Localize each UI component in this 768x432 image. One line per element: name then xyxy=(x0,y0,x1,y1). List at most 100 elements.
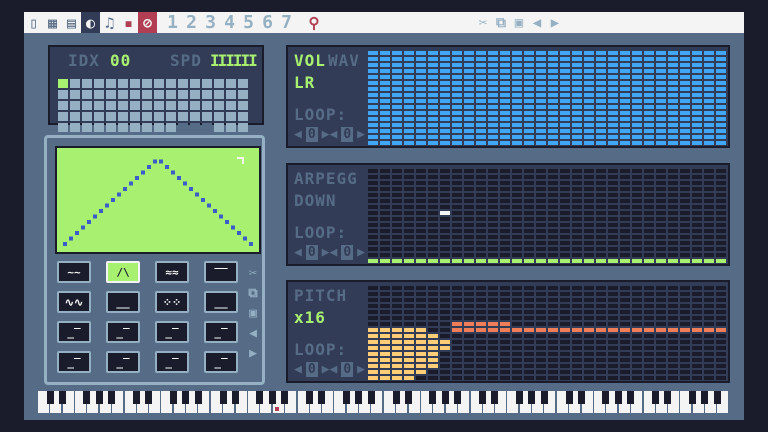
piano-black-key[interactable] xyxy=(256,391,264,404)
pitch-loop-control[interactable]: ◀ 0 ▶◀ 0 ▶ xyxy=(294,362,365,377)
loop-arrow-right-icon[interactable]: ▶◀ xyxy=(322,245,338,260)
piano-black-key[interactable] xyxy=(133,391,140,404)
piano-black-key[interactable] xyxy=(367,391,375,404)
sfx-index-cell[interactable] xyxy=(190,90,200,99)
piano-black-key[interactable] xyxy=(688,391,696,404)
piano-black-key[interactable] xyxy=(169,391,177,404)
loop-end-value[interactable]: 0 xyxy=(341,127,354,142)
piano-black-key[interactable] xyxy=(701,391,709,404)
sfx-index-cell[interactable] xyxy=(226,101,236,110)
sfx-index-cell[interactable] xyxy=(142,101,152,110)
sfx-index-cell[interactable] xyxy=(190,123,200,132)
loop-start-value[interactable]: 0 xyxy=(305,127,318,142)
sfx-index-cell[interactable] xyxy=(82,90,92,99)
piano-black-key[interactable] xyxy=(713,391,721,404)
sfx-index-cell[interactable] xyxy=(58,101,68,110)
copy-icon[interactable]: ⧉ xyxy=(492,15,510,31)
sfx-index-cell[interactable] xyxy=(178,90,188,99)
piano-black-key[interactable] xyxy=(652,391,659,404)
piano-black-key[interactable] xyxy=(479,391,486,404)
sfx-index-cell[interactable] xyxy=(202,112,212,121)
sfx-index-cell[interactable] xyxy=(178,101,188,110)
piano-black-key[interactable] xyxy=(577,391,585,404)
sfx-index-cell[interactable] xyxy=(130,101,140,110)
arpeggio-loop-control[interactable]: ◀ 0 ▶◀ 0 ▶ xyxy=(294,245,365,260)
sfx-index-cell[interactable] xyxy=(94,101,104,110)
piano-black-key[interactable] xyxy=(429,391,437,404)
undo-icon[interactable]: ◀ xyxy=(528,15,546,31)
sfx-index-cell[interactable] xyxy=(202,101,212,110)
sfx-index-cell[interactable] xyxy=(58,79,68,88)
sfx-index-cell[interactable] xyxy=(106,112,116,121)
piano-black-key[interactable] xyxy=(95,391,103,404)
sfx-index-cell[interactable] xyxy=(70,123,80,132)
waveform-preset-button[interactable]: _‾ xyxy=(57,321,91,343)
sfx-index-cell[interactable] xyxy=(178,79,188,88)
piano-black-key[interactable] xyxy=(565,391,573,404)
sfx-index-cell[interactable] xyxy=(214,79,224,88)
waveform-preset-button[interactable]: _‾ xyxy=(155,321,189,343)
sfx-index-cell[interactable] xyxy=(130,123,140,132)
sfx-index-cell[interactable] xyxy=(166,90,176,99)
loop-start-arrow-left-icon[interactable]: ◀ xyxy=(294,127,302,142)
waveform-preset-button[interactable]: _‾ xyxy=(204,351,238,373)
piano-black-key[interactable] xyxy=(454,391,461,404)
paste-icon[interactable]: ▣ xyxy=(246,306,260,321)
arpeggio-label[interactable]: ARPEGG xyxy=(294,169,358,188)
piano-black-key[interactable] xyxy=(306,391,313,404)
sfx-index-cell[interactable] xyxy=(214,112,224,121)
sfx-editor-icon[interactable]: ◐ xyxy=(81,12,100,33)
waveform-preset-button[interactable]: _‾ xyxy=(106,321,140,343)
sfx-index-cell[interactable] xyxy=(226,112,236,121)
sprite-editor-icon[interactable]: ▦ xyxy=(43,12,62,33)
sfx-tab-4[interactable]: 4 xyxy=(220,12,239,33)
sfx-index-cell[interactable] xyxy=(202,123,212,132)
sfx-tab-2[interactable]: 2 xyxy=(182,12,201,33)
sfx-index-cell[interactable] xyxy=(154,79,164,88)
piano-octave[interactable] xyxy=(297,391,384,413)
sfx-index-cell[interactable] xyxy=(202,79,212,88)
piano-octave[interactable] xyxy=(643,391,730,413)
volume-loop-control[interactable]: ◀ 0 ▶◀ 0 ▶ xyxy=(294,127,365,142)
piano-black-key[interactable] xyxy=(528,391,536,404)
sfx-index-cell[interactable] xyxy=(106,79,116,88)
sfx-index-cell[interactable] xyxy=(118,123,128,132)
waveform-preset-button[interactable]: ∿∿ xyxy=(57,291,91,313)
sfx-index-cell[interactable] xyxy=(214,123,224,132)
redo-icon[interactable]: ▶ xyxy=(246,346,260,361)
piano-black-key[interactable] xyxy=(318,391,326,404)
sfx-index-cell[interactable] xyxy=(130,90,140,99)
waveform-preset-button[interactable]: _‾ xyxy=(204,321,238,343)
arpeggio-mode[interactable]: DOWN xyxy=(294,191,337,210)
map-editor-icon[interactable]: ▤ xyxy=(62,12,81,33)
waveform-mode-icon[interactable]: ▪ xyxy=(119,12,138,33)
piano-black-key[interactable] xyxy=(231,391,239,404)
sfx-index-cell[interactable] xyxy=(82,79,92,88)
sfx-index-cell[interactable] xyxy=(166,123,176,132)
piano-black-key[interactable] xyxy=(515,391,523,404)
sfx-index-cell[interactable] xyxy=(106,123,116,132)
pitch-label[interactable]: PITCH xyxy=(294,286,347,305)
cut-icon[interactable]: ✂ xyxy=(246,266,260,281)
sfx-tab-3[interactable]: 3 xyxy=(201,12,220,33)
sfx-index-cell[interactable] xyxy=(82,123,92,132)
sfx-index-cell[interactable] xyxy=(142,112,152,121)
piano-black-key[interactable] xyxy=(219,391,227,404)
waveform-preset-button[interactable]: ~~ xyxy=(57,261,91,283)
piano-black-key[interactable] xyxy=(627,391,634,404)
wave-label[interactable]: WAV xyxy=(328,51,360,70)
sfx-index-cell[interactable] xyxy=(94,112,104,121)
sfx-index-cell[interactable] xyxy=(190,79,200,88)
sfx-index-cell[interactable] xyxy=(214,101,224,110)
spd-value[interactable]: IIIIII xyxy=(210,51,258,70)
piano-black-key[interactable] xyxy=(614,391,622,404)
idx-value[interactable]: 00 xyxy=(110,51,131,70)
loop-end-value[interactable]: 0 xyxy=(341,245,354,260)
waveform-preset-button[interactable]: _‾ xyxy=(57,351,91,373)
piano-black-key[interactable] xyxy=(491,391,499,404)
volume-envelope-graph[interactable] xyxy=(368,51,728,145)
sfx-index-cell[interactable] xyxy=(238,123,248,132)
sfx-index-cell[interactable] xyxy=(118,79,128,88)
sfx-index-cell[interactable] xyxy=(106,90,116,99)
music-editor-icon[interactable]: ♫ xyxy=(100,12,119,33)
